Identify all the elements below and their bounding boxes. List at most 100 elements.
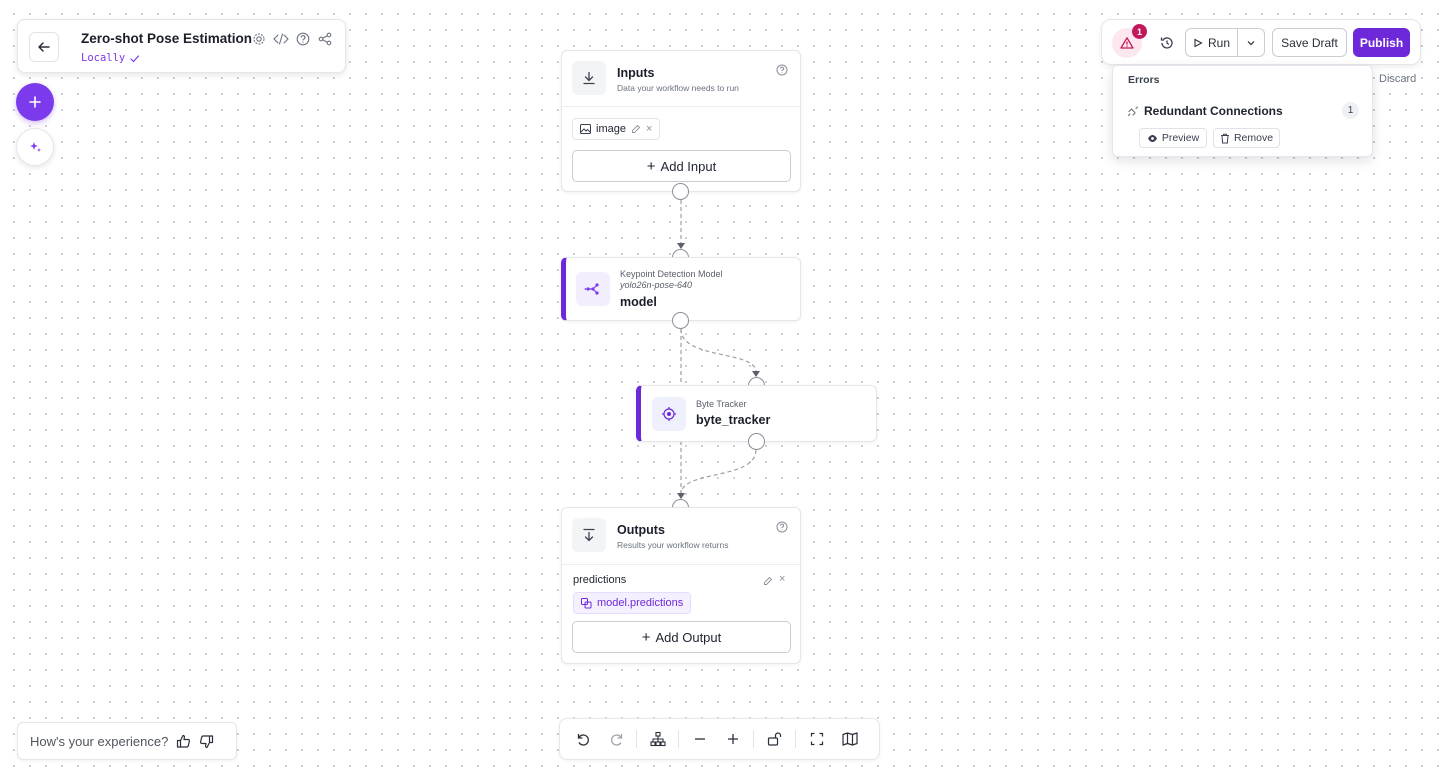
inputs-output-port[interactable] <box>672 183 689 200</box>
image-icon <box>580 124 591 134</box>
model-output-port[interactable] <box>672 312 689 329</box>
feedback-prompt: How's your experience? <box>30 733 169 749</box>
add-input-label: Add Input <box>660 158 717 174</box>
lock-button[interactable] <box>762 726 788 752</box>
add-output-button[interactable]: + Add Output <box>572 621 791 653</box>
zoom-out-button[interactable] <box>687 726 713 752</box>
map-icon <box>842 732 858 746</box>
error-count-badge: 1 <box>1132 24 1147 39</box>
undo-button[interactable] <box>570 726 596 752</box>
header-actions <box>251 31 333 47</box>
eye-icon <box>1147 134 1157 142</box>
workflow-header: Zero-shot Pose Estimation Locally <box>17 19 346 73</box>
minus-icon <box>695 738 705 740</box>
minimap-button[interactable] <box>837 726 863 752</box>
remove-input-icon[interactable]: × <box>646 123 652 135</box>
fullscreen-icon <box>810 732 824 746</box>
discard-link[interactable]: Discard <box>1379 73 1416 85</box>
add-block-button[interactable] <box>16 83 54 121</box>
trash-icon <box>1220 133 1229 143</box>
inputs-node[interactable]: Inputs Data your workflow needs to run i… <box>561 50 801 192</box>
history-icon <box>1160 37 1173 49</box>
redo-button[interactable] <box>603 726 629 752</box>
error-remove-button[interactable]: Remove <box>1213 128 1280 148</box>
help-icon[interactable] <box>776 521 788 533</box>
model-type: Keypoint Detection Model <box>620 269 723 279</box>
tracker-type: Byte Tracker <box>696 399 747 409</box>
toolbar-divider <box>636 730 637 748</box>
edit-icon[interactable] <box>631 124 641 134</box>
hierarchy-icon <box>650 731 666 747</box>
plus-icon <box>29 96 41 108</box>
tracker-icon-box <box>652 397 686 431</box>
back-button[interactable] <box>29 32 59 62</box>
remove-label: Remove <box>1233 132 1274 144</box>
page-title: Zero-shot Pose Estimation <box>81 31 253 46</box>
link-icon <box>581 597 592 608</box>
thumbs-down-icon[interactable] <box>199 734 214 749</box>
run-button[interactable]: Run <box>1186 29 1238 56</box>
settings-icon[interactable] <box>251 31 267 47</box>
run-options-dropdown[interactable] <box>1238 29 1264 56</box>
toolbar-divider <box>795 730 796 748</box>
output-selector: model.predictions <box>597 597 684 609</box>
output-arrow-icon <box>583 528 595 542</box>
thumbs-up-icon[interactable] <box>176 734 191 749</box>
warning-icon <box>1120 37 1134 49</box>
check-icon <box>130 54 140 62</box>
plus-icon <box>728 734 738 744</box>
toolbar-divider <box>678 730 679 748</box>
output-name: predictions <box>573 574 627 586</box>
edge-model-tracker <box>680 328 757 373</box>
feedback-pill: How's your experience? <box>17 722 237 760</box>
add-output-label: Add Output <box>655 629 722 645</box>
input-chip-image[interactable]: image × <box>572 118 661 140</box>
keypoints-icon <box>584 283 599 295</box>
error-item-label: Redundant Connections <box>1144 104 1283 118</box>
outputs-node[interactable]: Outputs Results your workflow returns pr… <box>561 507 801 664</box>
edge-tracker-outputs <box>680 449 757 495</box>
sparkles-icon <box>30 142 41 152</box>
fit-view-button[interactable] <box>804 726 830 752</box>
run-button-group: Run <box>1185 28 1265 57</box>
plus-icon: + <box>646 157 656 175</box>
help-icon[interactable] <box>295 31 311 47</box>
preview-label: Preview <box>1161 132 1200 144</box>
remove-output-icon[interactable]: × <box>779 573 785 585</box>
errors-dropdown: Errors Redundant Connections 1 Preview R… <box>1112 65 1373 157</box>
toolbar-divider <box>753 730 754 748</box>
model-name: model <box>620 295 657 309</box>
tracker-output-port[interactable] <box>748 433 765 450</box>
save-draft-button[interactable]: Save Draft <box>1272 28 1347 57</box>
publish-button[interactable]: Publish <box>1353 28 1410 57</box>
add-input-button[interactable]: + Add Input <box>572 150 791 182</box>
errors-title: Errors <box>1128 74 1160 86</box>
output-selector-chip[interactable]: model.predictions <box>573 592 692 614</box>
redo-icon <box>610 733 622 746</box>
unlink-icon <box>1127 106 1139 117</box>
chevron-down-icon <box>1247 40 1255 45</box>
history-button[interactable] <box>1152 28 1182 58</box>
canvas-controls <box>559 718 880 760</box>
tracker-name: byte_tracker <box>696 413 771 427</box>
help-icon[interactable] <box>776 64 788 76</box>
inputs-subtitle: Data your workflow needs to run <box>617 83 739 93</box>
target-icon <box>662 407 676 421</box>
outputs-icon-box <box>572 518 606 552</box>
zoom-in-button[interactable] <box>720 726 746 752</box>
divider <box>562 106 800 107</box>
error-preview-button[interactable]: Preview <box>1139 128 1207 148</box>
edit-icon[interactable] <box>763 576 773 586</box>
environment-label: Locally <box>81 52 126 64</box>
model-id: yolo26n-pose-640 <box>620 280 693 290</box>
model-icon-box <box>576 272 610 306</box>
code-icon[interactable] <box>273 31 289 47</box>
auto-layout-button[interactable] <box>645 726 671 752</box>
outputs-title: Outputs <box>617 523 665 537</box>
ai-assistant-button[interactable] <box>16 128 54 166</box>
environment-status: Locally <box>81 52 140 64</box>
share-icon[interactable] <box>317 31 333 47</box>
play-icon <box>1194 38 1203 47</box>
unlock-icon <box>767 732 782 746</box>
arrow-left-icon <box>38 42 50 52</box>
